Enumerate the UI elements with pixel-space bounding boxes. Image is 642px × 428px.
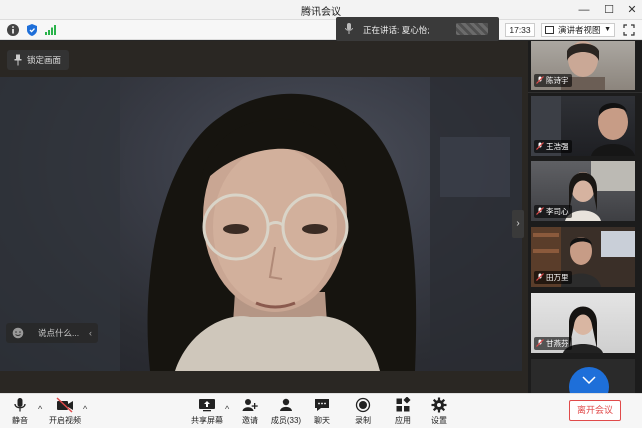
members-icon [280,398,292,411]
share-screen-button[interactable]: 共享屏幕 [188,397,226,426]
pin-icon [14,54,22,66]
chat-placeholder: 说点什么... [38,328,80,338]
meeting-timer: 17:33 [505,23,535,37]
video-options-chevron[interactable]: ^ [83,404,87,414]
view-mode-label: 演讲者视图 [558,25,601,35]
participant-name: 王浩强 [534,140,572,153]
close-button[interactable]: ✕ [624,2,640,18]
title-bar: 腾讯会议 — ☐ ✕ [0,0,642,20]
add-user-icon [242,399,258,411]
mute-button[interactable]: 静音 [2,397,38,426]
collapse-panel-button[interactable]: › [512,210,524,238]
participant-tile[interactable]: 李司心 [531,161,635,221]
layout-icon [545,26,554,34]
maximize-button[interactable]: ☐ [601,2,617,18]
start-video-button[interactable]: 开启视频 [46,397,84,426]
speaking-indicator: 正在讲话: 夏心怡; [336,17,499,41]
participant-name: 甘燕芬 [534,337,572,350]
members-button[interactable]: 成员(33) [266,397,306,426]
video-off-icon [56,397,73,413]
leave-meeting-button[interactable]: 离开会议 [569,400,621,421]
chat-icon [315,399,329,411]
participant-tile[interactable]: 甘燕芬 [531,293,635,353]
share-options-chevron[interactable]: ^ [225,404,229,414]
chat-input[interactable]: 说点什么... ‹ [6,323,98,343]
chevron-down-icon: ▼ [604,26,611,33]
participant-panel: 陈诗宇 王浩强 李司心 田万里 甘燕芬 [528,41,642,393]
signal-icon[interactable] [43,23,57,37]
main-video-area: 锁定画面 说点什么... ‹ [0,41,528,393]
meeting-window: 腾讯会议 — ☐ ✕ 正在讲话: 夏心怡; 17:33 演讲者视图 ▼ 锁定画面 [0,0,642,428]
invite-button[interactable]: 邀请 [232,397,268,426]
muted-mic-icon [536,339,544,347]
apps-icon [396,397,411,412]
participant-tile[interactable]: 陈诗宇 [531,41,635,90]
muted-mic-icon [536,142,544,150]
record-button[interactable]: 录制 [345,397,381,426]
muted-mic-icon [536,273,544,281]
window-title: 腾讯会议 [301,7,341,18]
bottom-toolbar: 静音 ^ 开启视频 ^ 共享屏幕 ^ 邀请 成员(33) 聊天 录制 应用 设置… [0,393,642,428]
mute-options-chevron[interactable]: ^ [38,404,42,414]
microphone-icon [14,398,26,412]
fullscreen-icon[interactable] [623,24,635,36]
emoji-icon[interactable] [12,327,24,339]
chat-button[interactable]: 聊天 [304,397,340,426]
participant-tile[interactable]: 王浩强 [531,96,635,156]
shield-icon[interactable] [25,23,39,37]
lock-label: 锁定画面 [27,55,62,65]
microphone-icon [345,23,353,34]
divider [528,92,642,93]
participant-name: 李司心 [534,205,572,218]
record-icon [355,397,371,413]
participant-name: 田万里 [534,271,572,284]
muted-mic-icon [536,207,544,215]
partial-avatar [569,367,609,393]
chevron-left-icon[interactable]: ‹ [89,323,92,343]
participant-tile-partial[interactable] [531,359,635,393]
participant-tile[interactable]: 田万里 [531,227,635,287]
info-icon[interactable] [6,23,20,37]
lock-screen-button[interactable]: 锁定画面 [7,50,70,70]
blurred-name [456,23,488,35]
gear-icon [431,397,447,413]
speaking-text: 正在讲话: 夏心怡; [363,25,430,35]
view-mode-dropdown[interactable]: 演讲者视图 ▼ [541,23,615,37]
apps-button[interactable]: 应用 [385,397,421,426]
settings-button[interactable]: 设置 [421,397,457,426]
minimize-button[interactable]: — [576,2,592,18]
share-screen-icon [199,399,215,412]
muted-mic-icon [536,76,544,84]
participant-name: 陈诗宇 [534,74,572,87]
